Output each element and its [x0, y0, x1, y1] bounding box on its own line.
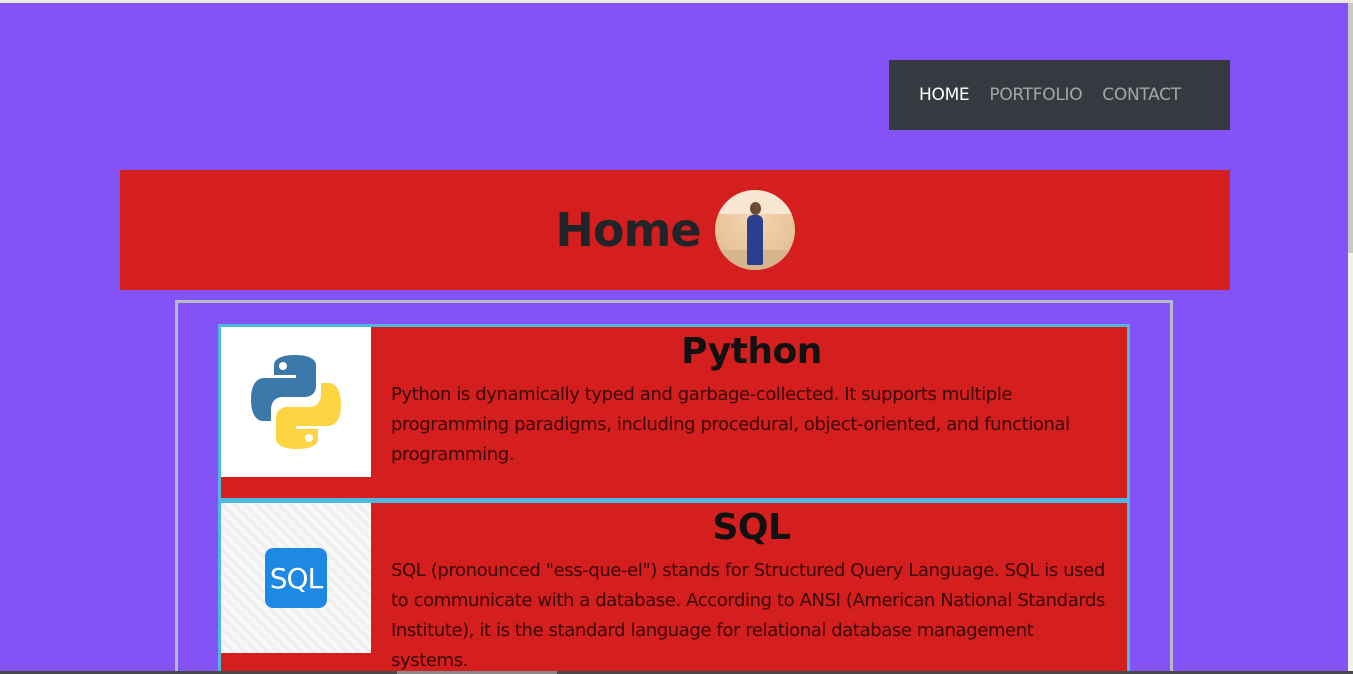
nav-link-contact[interactable]: CONTACT — [1102, 85, 1181, 105]
card-title: SQL — [712, 507, 791, 548]
nav-link-portfolio[interactable]: PORTFOLIO — [989, 85, 1082, 105]
python-logo-icon — [221, 327, 371, 477]
page-title: Home — [555, 203, 701, 257]
sql-logo-icon: SQL — [221, 503, 371, 653]
avatar — [714, 190, 795, 270]
sql-logo-text: SQL — [265, 548, 327, 608]
nav-link-home[interactable]: HOME — [919, 85, 970, 105]
card-text: SQL (pronounced "ess-que-el") stands for… — [391, 560, 1106, 671]
navbar: HOME PORTFOLIO CONTACT — [889, 60, 1230, 130]
card-body: Python Python is dynamically typed and g… — [371, 327, 1127, 470]
skill-card-python: Python Python is dynamically typed and g… — [218, 324, 1130, 501]
card-title: Python — [681, 331, 822, 372]
card-text: Python is dynamically typed and garbage-… — [391, 384, 1070, 465]
vertical-scrollbar-thumb[interactable] — [1348, 3, 1353, 253]
skill-card-sql: SQL SQL SQL (pronounced "ess-que-el") st… — [218, 500, 1130, 674]
page-header: Home — [120, 170, 1230, 290]
card-body: SQL SQL (pronounced "ess-que-el") stands… — [371, 503, 1127, 674]
